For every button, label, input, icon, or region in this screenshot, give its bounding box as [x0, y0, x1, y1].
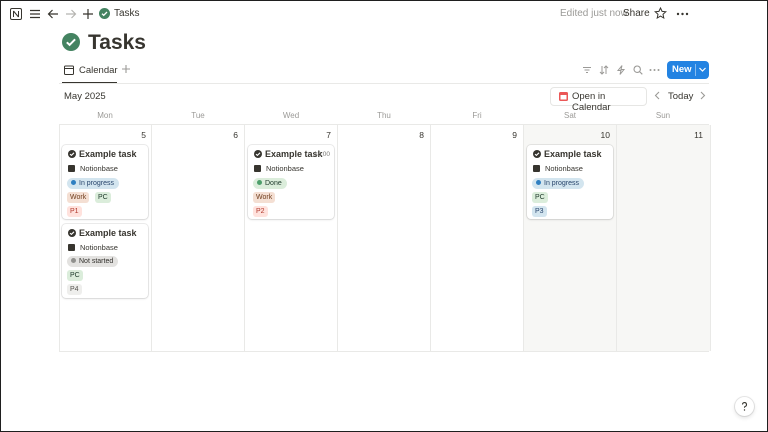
tag-pc: PC — [532, 192, 548, 203]
task-card[interactable]: Example task Notionbase In progress Work… — [62, 145, 148, 219]
task-card[interactable]: Example task 18:00 Notionbase Done Work … — [248, 145, 334, 219]
weekday-tue: Tue — [191, 111, 205, 120]
day-number: 11 — [694, 130, 703, 140]
day-number: 9 — [512, 130, 517, 140]
today-button[interactable]: Today — [668, 91, 693, 102]
day-number: 6 — [233, 130, 238, 140]
priority-badge: P1 — [67, 206, 82, 217]
notionbase-icon — [533, 165, 540, 172]
day-number: 5 — [141, 130, 146, 140]
day-cell-sun[interactable]: 11 — [616, 125, 711, 351]
chevron-down-icon[interactable] — [698, 63, 707, 76]
tag-work: Work — [253, 192, 276, 203]
status-badge: In progress — [532, 178, 585, 189]
new-button-label: New — [672, 64, 692, 75]
task-card[interactable]: Example task Notionbase Not started PC P… — [62, 224, 148, 298]
notionbase-icon — [254, 165, 261, 172]
edited-status: Edited just now — [560, 8, 628, 19]
breadcrumb-check-icon — [99, 8, 110, 19]
day-number: 8 — [419, 130, 424, 140]
task-source-text: Notionbase — [266, 164, 304, 173]
task-title: Example task — [533, 149, 602, 159]
menu-icon[interactable] — [29, 8, 41, 20]
day-number: 7 — [326, 130, 331, 140]
calendar-view-icon — [64, 65, 74, 75]
open-in-calendar-button[interactable]: Open in Calendar — [550, 87, 647, 113]
task-check-icon — [68, 229, 76, 237]
status-text: In progress — [79, 180, 115, 187]
task-source: Notionbase — [254, 164, 304, 173]
month-label: May 2025 — [64, 91, 106, 102]
status-text: Not started — [79, 258, 114, 265]
calendar-app-icon — [559, 92, 568, 101]
task-card[interactable]: Example task Notionbase In progress PC P… — [527, 145, 613, 219]
page-check-icon[interactable] — [62, 33, 80, 51]
share-button[interactable]: Share — [623, 8, 650, 19]
task-source: Notionbase — [533, 164, 583, 173]
status-text: Done — [265, 180, 282, 187]
task-source-text: Notionbase — [545, 164, 583, 173]
more-options-icon[interactable] — [676, 8, 689, 20]
day-cell-tue[interactable]: 6 — [151, 125, 245, 351]
tag-work: Work — [67, 192, 90, 203]
task-title: Example task — [68, 228, 137, 238]
status-text: In progress — [544, 180, 580, 187]
notion-logo-icon[interactable] — [10, 8, 22, 20]
task-title: Example task — [68, 149, 137, 159]
tab-divider — [59, 83, 709, 84]
task-title: Example task — [254, 149, 323, 159]
search-icon[interactable] — [633, 65, 643, 75]
notionbase-icon — [68, 244, 75, 251]
view-more-icon[interactable] — [649, 65, 660, 75]
automation-bolt-icon[interactable] — [616, 65, 626, 75]
breadcrumb-title[interactable]: Tasks — [114, 8, 140, 19]
day-cell-fri[interactable]: 9 — [430, 125, 524, 351]
next-week-icon[interactable] — [698, 91, 707, 100]
sort-icon[interactable] — [599, 65, 609, 75]
back-arrow-icon[interactable] — [47, 8, 59, 20]
task-time: 18:00 — [313, 151, 330, 158]
new-button[interactable]: New — [667, 61, 709, 79]
day-cell-thu[interactable]: 8 — [337, 125, 431, 351]
tab-calendar[interactable]: Calendar — [79, 65, 118, 76]
favorite-star-icon[interactable] — [654, 7, 667, 20]
prev-week-icon[interactable] — [653, 91, 662, 100]
page-title[interactable]: Tasks — [88, 31, 146, 55]
status-badge: In progress — [67, 178, 120, 189]
weekday-fri: Fri — [472, 111, 482, 120]
status-badge: Done — [253, 178, 287, 189]
weekday-thu: Thu — [377, 111, 391, 120]
task-check-icon — [68, 150, 76, 158]
weekday-sun: Sun — [655, 111, 671, 120]
task-title-text: Example task — [544, 149, 602, 159]
day-number: 10 — [600, 130, 610, 140]
priority-badge: P3 — [532, 206, 547, 217]
task-source-text: Notionbase — [80, 164, 118, 173]
task-source: Notionbase — [68, 243, 118, 252]
add-view-icon[interactable] — [121, 64, 131, 74]
task-title-text: Example task — [79, 149, 137, 159]
task-source-text: Notionbase — [80, 243, 118, 252]
task-title-text: Example task — [79, 228, 137, 238]
notionbase-icon — [68, 165, 75, 172]
task-source: Notionbase — [68, 164, 118, 173]
add-page-icon[interactable] — [82, 8, 94, 20]
tag-pc: PC — [67, 270, 83, 281]
tag-pc: PC — [95, 192, 111, 203]
weekday-wed: Wed — [282, 111, 300, 120]
weekday-sat: Sat — [563, 111, 576, 120]
open-in-calendar-label: Open in Calendar — [572, 91, 611, 113]
question-mark-icon — [741, 402, 748, 411]
status-badge: Not started — [67, 256, 119, 267]
task-check-icon — [533, 150, 541, 158]
priority-badge: P2 — [253, 206, 268, 217]
help-button[interactable] — [735, 397, 754, 416]
weekday-mon: Mon — [97, 111, 113, 120]
priority-badge: P4 — [67, 284, 82, 295]
forward-arrow-icon[interactable] — [65, 8, 77, 20]
task-check-icon — [254, 150, 262, 158]
filter-icon[interactable] — [582, 65, 592, 75]
